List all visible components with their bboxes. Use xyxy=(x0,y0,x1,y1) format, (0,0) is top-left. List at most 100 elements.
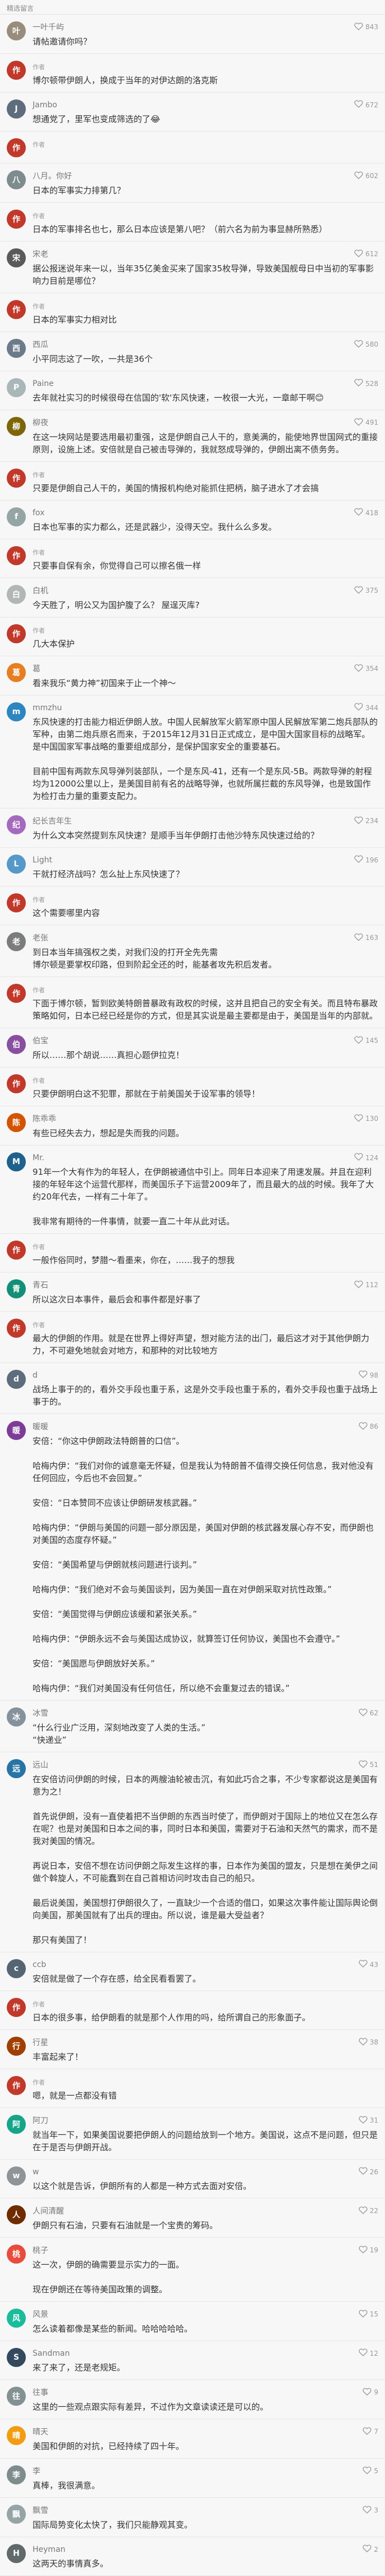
avatar[interactable]: 行 xyxy=(7,2037,26,2056)
like-button[interactable]: 19 xyxy=(359,2245,378,2256)
like-button[interactable]: 124 xyxy=(354,1152,378,1163)
user-name[interactable]: 青石 xyxy=(33,1279,48,1291)
user-name[interactable]: 纪长吉年生 xyxy=(33,815,72,826)
like-button[interactable]: 98 xyxy=(359,1370,378,1380)
like-button[interactable]: 38 xyxy=(359,2037,378,2048)
avatar[interactable]: w xyxy=(7,2166,26,2186)
like-button[interactable]: 163 xyxy=(354,933,378,943)
like-button[interactable]: 31 xyxy=(359,2115,378,2126)
avatar[interactable]: 叶 xyxy=(7,21,26,40)
avatar[interactable]: J xyxy=(7,99,26,119)
user-name[interactable]: mmzhu xyxy=(33,703,62,712)
user-name[interactable]: 宋老 xyxy=(33,248,48,260)
like-button[interactable]: 7 xyxy=(363,2427,378,2437)
like-button[interactable]: 2 xyxy=(363,2544,378,2555)
avatar[interactable]: m xyxy=(7,702,26,721)
like-button[interactable]: 51 xyxy=(359,1760,378,1770)
like-button[interactable]: 491 xyxy=(354,417,378,428)
avatar[interactable]: f xyxy=(7,507,26,526)
avatar[interactable]: 纪 xyxy=(7,815,26,834)
avatar[interactable]: 陈 xyxy=(7,1113,26,1132)
like-button[interactable]: 196 xyxy=(354,855,378,865)
like-button[interactable]: 3 xyxy=(363,2505,378,2516)
like-button[interactable]: 22 xyxy=(359,2206,378,2216)
avatar[interactable]: S xyxy=(7,2348,26,2367)
avatar[interactable]: 作 xyxy=(7,300,26,319)
user-name[interactable]: fox xyxy=(33,508,44,517)
like-button[interactable]: 62 xyxy=(359,1708,378,1719)
avatar[interactable]: 作 xyxy=(7,1998,26,2017)
user-name[interactable]: 风景 xyxy=(33,2309,48,2320)
user-name[interactable]: 八月。你好 xyxy=(33,170,72,181)
user-name[interactable]: 西瓜 xyxy=(33,339,48,350)
user-name[interactable]: 晴天 xyxy=(33,2426,48,2437)
user-name[interactable]: Jambo xyxy=(33,101,57,110)
avatar[interactable]: 作 xyxy=(7,624,26,643)
user-name[interactable]: 行星 xyxy=(33,2037,48,2048)
like-button[interactable]: 672 xyxy=(354,99,378,110)
like-button[interactable]: 145 xyxy=(354,1035,378,1046)
user-name[interactable]: 伯宝 xyxy=(33,1035,48,1046)
avatar[interactable]: H xyxy=(7,2544,26,2563)
user-name[interactable]: Mr. xyxy=(33,1153,44,1162)
user-name[interactable]: 老张 xyxy=(33,932,48,943)
avatar[interactable]: 阿 xyxy=(7,2115,26,2134)
user-name[interactable]: 冰雪 xyxy=(33,1707,48,1719)
avatar[interactable]: 作 xyxy=(7,61,26,80)
avatar[interactable]: 白 xyxy=(7,585,26,604)
like-button[interactable]: 418 xyxy=(354,507,378,518)
avatar[interactable]: 西 xyxy=(7,339,26,358)
user-name[interactable]: 桃子 xyxy=(33,2245,48,2256)
avatar[interactable]: 青 xyxy=(7,1279,26,1298)
user-name[interactable]: Sandman xyxy=(33,2349,70,2358)
avatar[interactable]: 老 xyxy=(7,932,26,951)
like-button[interactable]: 12 xyxy=(359,2348,378,2359)
user-name[interactable]: 李 xyxy=(33,2465,40,2477)
like-button[interactable]: 612 xyxy=(354,249,378,260)
avatar[interactable]: 作 xyxy=(7,1241,26,1260)
user-name[interactable]: 飘雪 xyxy=(33,2505,48,2516)
user-name[interactable]: 远山 xyxy=(33,1759,48,1770)
avatar[interactable]: 远 xyxy=(7,1759,26,1778)
avatar[interactable]: 宋 xyxy=(7,248,26,267)
user-name[interactable]: 往事 xyxy=(33,2387,48,2398)
avatar[interactable]: 作 xyxy=(7,469,26,488)
avatar[interactable]: 作 xyxy=(7,893,26,912)
avatar[interactable]: 飘 xyxy=(7,2505,26,2524)
avatar[interactable]: 暖 xyxy=(7,1421,26,1440)
avatar[interactable]: 作 xyxy=(7,138,26,157)
avatar[interactable]: 人 xyxy=(7,2205,26,2224)
avatar[interactable]: 风 xyxy=(7,2309,26,2328)
avatar[interactable]: 作 xyxy=(7,1319,26,1338)
avatar[interactable]: 李 xyxy=(7,2465,26,2484)
avatar[interactable]: 作 xyxy=(7,1074,26,1093)
avatar[interactable]: M xyxy=(7,1152,26,1171)
avatar[interactable]: 八 xyxy=(7,170,26,189)
avatar[interactable]: 伯 xyxy=(7,1035,26,1054)
avatar[interactable]: 冰 xyxy=(7,1707,26,1727)
like-button[interactable]: 112 xyxy=(354,1280,378,1291)
user-name[interactable]: 葛 xyxy=(33,663,40,674)
like-button[interactable]: 15 xyxy=(359,2309,378,2320)
user-name[interactable]: w xyxy=(33,2168,39,2177)
user-name[interactable]: 一叶千屿 xyxy=(33,21,64,33)
like-button[interactable]: 43 xyxy=(359,1959,378,1970)
avatar[interactable]: 作 xyxy=(7,2076,26,2095)
user-name[interactable]: Heyman xyxy=(33,2545,66,2554)
avatar[interactable]: 往 xyxy=(7,2387,26,2406)
user-name[interactable]: ccb xyxy=(33,1960,46,1969)
avatar[interactable]: 作 xyxy=(7,546,26,565)
like-button[interactable]: 130 xyxy=(354,1114,378,1124)
like-button[interactable]: 26 xyxy=(359,2166,378,2177)
avatar[interactable]: 葛 xyxy=(7,663,26,682)
user-name[interactable]: 人间清醒 xyxy=(33,2205,64,2216)
avatar[interactable]: 柳 xyxy=(7,417,26,436)
like-button[interactable]: 375 xyxy=(354,585,378,596)
avatar[interactable]: 晴 xyxy=(7,2426,26,2445)
user-name[interactable]: d xyxy=(33,1371,38,1380)
like-button[interactable]: 234 xyxy=(354,816,378,826)
like-button[interactable]: 843 xyxy=(354,22,378,33)
like-button[interactable]: 86 xyxy=(359,1421,378,1432)
user-name[interactable]: 陈乖乖 xyxy=(33,1113,56,1124)
like-button[interactable]: 354 xyxy=(354,664,378,674)
